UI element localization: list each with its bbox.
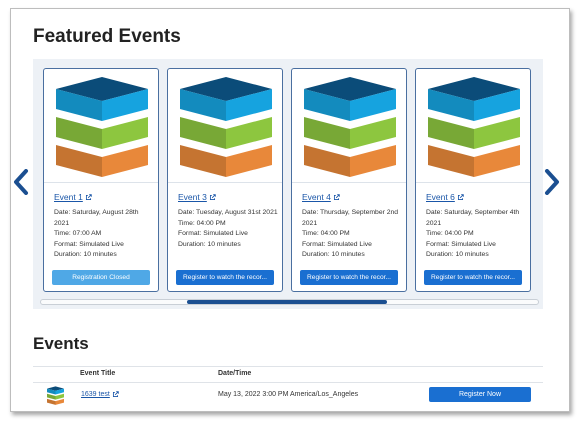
event-title: Event 6 <box>426 192 455 202</box>
carousel-next-button[interactable] <box>541 167 563 197</box>
event-duration: Duration: 10 minutes <box>302 251 365 258</box>
event-details: Date: Saturday, August 28th 2021 Time: 0… <box>54 208 154 261</box>
card-divider <box>292 182 406 183</box>
event-time: Time: 04:00 PM <box>302 230 350 237</box>
event-date: Date: Saturday, August 28th 2021 <box>54 209 139 227</box>
register-recording-button[interactable]: Register to watch the recor... <box>424 270 522 285</box>
registration-closed-button[interactable]: Registration Closed <box>52 270 150 285</box>
card-divider <box>168 182 282 183</box>
register-recording-button[interactable]: Register to watch the recor... <box>176 270 274 285</box>
register-now-button[interactable]: Register Now <box>429 387 531 402</box>
page-frame: Featured Events Event 1 Date: Saturday, … <box>10 8 570 412</box>
event-duration: Duration: 10 minutes <box>426 251 489 258</box>
table-divider <box>33 366 543 367</box>
layered-cube-icon <box>56 77 148 177</box>
event-title: Event 4 <box>302 192 331 202</box>
layered-cube-icon <box>180 77 272 177</box>
external-link-icon <box>112 391 119 398</box>
column-header-datetime: Date/Time <box>218 370 252 377</box>
event-format: Format: Simulated Live <box>54 240 124 248</box>
event-details: Date: Tuesday, August 31st 2021 Time: 04… <box>178 208 278 250</box>
external-link-icon <box>457 193 464 200</box>
register-recording-button[interactable]: Register to watch the recor... <box>300 270 398 285</box>
event-duration: Duration: 10 minutes <box>178 240 241 248</box>
event-date: Date: Tuesday, August 31st 2021 <box>178 209 278 216</box>
external-link-icon <box>333 193 340 200</box>
event-title-link[interactable]: Event 3 <box>178 192 216 202</box>
layered-cube-icon <box>304 77 396 177</box>
event-format: Format: Simulated Live <box>426 240 496 248</box>
event-format: Format: Simulated Live <box>302 240 372 248</box>
chevron-left-icon <box>14 169 28 195</box>
carousel-prev-button[interactable] <box>11 167 32 197</box>
event-time: Time: 04:00 PM <box>178 219 226 227</box>
event-row-datetime: May 13, 2022 3:00 PM America/Los_Angeles <box>218 391 359 398</box>
card-divider <box>416 182 530 183</box>
event-date: Date: Saturday, September 4th 2021 <box>426 209 520 227</box>
event-title: Event 3 <box>178 192 207 202</box>
event-time: Time: 07:00 AM <box>54 230 102 237</box>
column-header-event-title: Event Title <box>80 370 116 377</box>
table-divider <box>33 382 543 383</box>
event-duration: Duration: 10 minutes <box>54 251 117 258</box>
event-card: Event 6 Date: Saturday, September 4th 20… <box>415 68 531 292</box>
event-card: Event 3 Date: Tuesday, August 31st 2021 … <box>167 68 283 292</box>
event-title-link[interactable]: Event 1 <box>54 192 92 202</box>
event-format: Format: Simulated Live <box>178 230 248 237</box>
event-card: Event 4 Date: Thursday, September 2nd 20… <box>291 68 407 292</box>
chevron-right-icon <box>545 169 559 195</box>
featured-events-heading: Featured Events <box>33 26 181 47</box>
layered-cube-icon <box>428 77 520 177</box>
event-title-link[interactable]: Event 4 <box>302 192 340 202</box>
event-row-title: 1639 test <box>81 391 110 398</box>
layered-cube-icon <box>47 386 64 405</box>
event-details: Date: Saturday, September 4th 2021 Time:… <box>426 208 526 261</box>
event-time: Time: 04:00 PM <box>426 230 474 237</box>
event-details: Date: Thursday, September 2nd 2021 Time:… <box>302 208 402 261</box>
event-title-link[interactable]: Event 6 <box>426 192 464 202</box>
external-link-icon <box>85 193 92 200</box>
event-title: Event 1 <box>54 192 83 202</box>
event-card: Event 1 Date: Saturday, August 28th 2021… <box>43 68 159 292</box>
event-date: Date: Thursday, September 2nd 2021 <box>302 209 399 227</box>
carousel-scrollbar-thumb[interactable] <box>187 300 387 304</box>
card-divider <box>44 182 158 183</box>
events-heading: Events <box>33 334 89 353</box>
event-row-title-link[interactable]: 1639 test <box>81 391 119 398</box>
external-link-icon <box>209 193 216 200</box>
